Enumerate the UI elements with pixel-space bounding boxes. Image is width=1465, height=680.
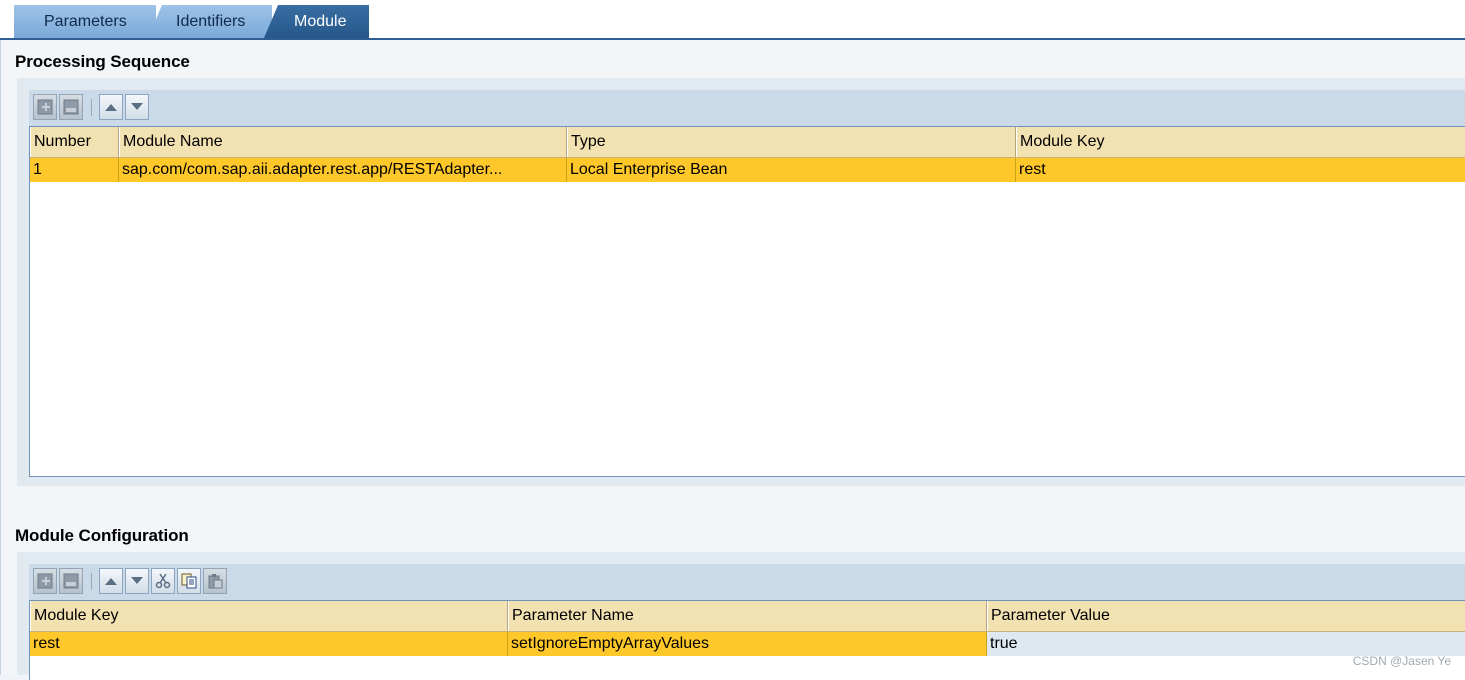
column-header-module-key[interactable]: Module Key xyxy=(1016,127,1465,157)
cell-number[interactable]: 1 xyxy=(30,158,119,182)
column-header-parameter-name[interactable]: Parameter Name xyxy=(508,601,987,631)
cell-parameter-name[interactable]: setIgnoreEmptyArrayValues xyxy=(508,632,987,656)
tab-strip: Parameters Identifiers Module xyxy=(0,0,1465,40)
move-down-button[interactable] xyxy=(125,568,149,594)
delete-row-button[interactable] xyxy=(59,568,83,594)
delete-row-icon xyxy=(63,573,79,589)
paste-button[interactable] xyxy=(203,568,227,594)
cell-module-key[interactable]: rest xyxy=(30,632,508,656)
column-header-number[interactable]: Number xyxy=(30,127,119,157)
column-header-type[interactable]: Type xyxy=(567,127,1016,157)
table-row[interactable]: rest setIgnoreEmptyArrayValues true xyxy=(30,632,1465,656)
module-configuration-panel: Module Key Parameter Name Parameter Valu… xyxy=(17,552,1465,680)
watermark: CSDN @Jasen Ye xyxy=(1352,654,1451,668)
arrow-down-icon xyxy=(131,103,143,110)
cell-type[interactable]: Local Enterprise Bean xyxy=(567,158,1016,182)
module-configuration-toolbar xyxy=(29,564,1465,600)
delete-row-icon xyxy=(63,99,79,115)
copy-icon xyxy=(181,573,197,589)
module-configuration-title: Module Configuration xyxy=(15,526,189,545)
cut-button[interactable] xyxy=(151,568,175,594)
toolbar-separator xyxy=(91,99,92,116)
toolbar-separator xyxy=(91,573,92,590)
arrow-up-icon xyxy=(105,104,117,111)
cell-module-name[interactable]: sap.com/com.sap.aii.adapter.rest.app/RES… xyxy=(119,158,567,182)
cell-module-key[interactable]: rest xyxy=(1016,158,1465,182)
table-row[interactable]: 1 sap.com/com.sap.aii.adapter.rest.app/R… xyxy=(30,158,1465,182)
processing-sequence-title: Processing Sequence xyxy=(15,52,190,71)
move-up-button[interactable] xyxy=(99,568,123,594)
processing-sequence-toolbar xyxy=(29,90,1465,126)
insert-row-icon xyxy=(37,99,53,115)
tab-parameters[interactable]: Parameters xyxy=(14,5,156,38)
insert-row-button[interactable] xyxy=(33,568,57,594)
table-header: Number Module Name Type Module Key xyxy=(30,127,1465,158)
tab-module[interactable]: Module xyxy=(264,5,369,38)
tab-identifiers[interactable]: Identifiers xyxy=(148,5,272,38)
column-header-parameter-value[interactable]: Parameter Value xyxy=(987,601,1465,631)
arrow-up-icon xyxy=(105,578,117,585)
module-tab-content: Processing Sequence Number Module Name T… xyxy=(0,40,1465,680)
scissors-icon xyxy=(155,573,171,589)
arrow-down-icon xyxy=(131,577,143,584)
insert-row-button[interactable] xyxy=(33,94,57,120)
table-header: Module Key Parameter Name Parameter Valu… xyxy=(30,601,1465,632)
column-header-module-name[interactable]: Module Name xyxy=(119,127,567,157)
move-down-button[interactable] xyxy=(125,94,149,120)
cell-parameter-value[interactable]: true xyxy=(987,632,1465,656)
module-configuration-table: Module Key Parameter Name Parameter Valu… xyxy=(29,600,1465,680)
column-header-module-key[interactable]: Module Key xyxy=(30,601,508,631)
processing-sequence-panel: Number Module Name Type Module Key 1 sap… xyxy=(17,78,1465,486)
insert-row-icon xyxy=(37,573,53,589)
processing-sequence-table: Number Module Name Type Module Key 1 sap… xyxy=(29,126,1465,477)
copy-button[interactable] xyxy=(177,568,201,594)
paste-icon xyxy=(208,574,223,589)
delete-row-button[interactable] xyxy=(59,94,83,120)
move-up-button[interactable] xyxy=(99,94,123,120)
